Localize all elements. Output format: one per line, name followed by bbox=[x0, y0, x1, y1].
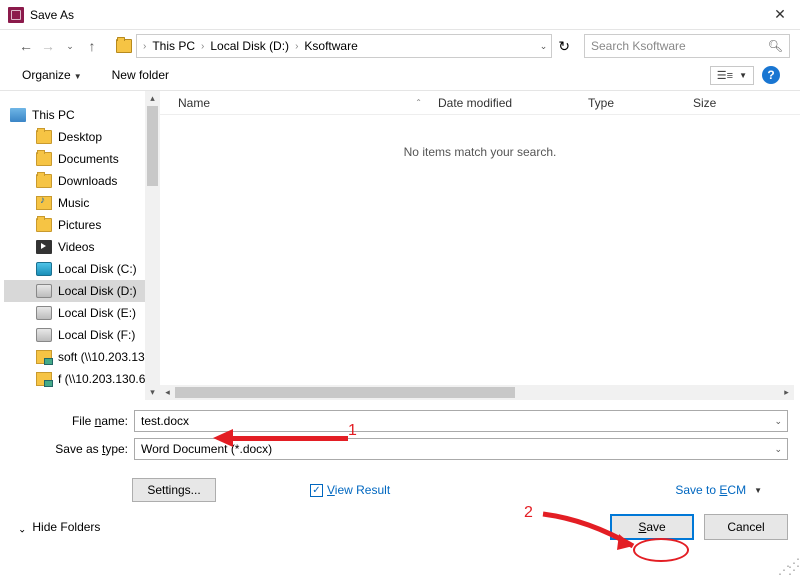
view-options-button[interactable]: ☰≡ ▼ bbox=[710, 66, 754, 85]
drv-icon bbox=[36, 284, 52, 298]
tree-item[interactable]: Local Disk (F:) bbox=[4, 324, 160, 346]
fld-icon bbox=[36, 130, 52, 144]
title-bar: Save As ✕ bbox=[0, 0, 800, 30]
tree-item[interactable]: Local Disk (C:) bbox=[4, 258, 160, 280]
view-result-checkbox[interactable]: ✓ View Result bbox=[310, 483, 390, 497]
chevron-down-icon: ▼ bbox=[74, 72, 82, 81]
tree-item[interactable]: f (\\10.203.130.6) bbox=[4, 368, 160, 390]
tree-item[interactable]: soft (\\10.203.130 bbox=[4, 346, 160, 368]
column-headers: Name⌃ Date modified Type Size bbox=[160, 91, 800, 115]
toolbar: Organize▼ New folder ☰≡ ▼ ? bbox=[0, 60, 800, 90]
net-icon bbox=[36, 372, 52, 386]
checkbox-icon: ✓ bbox=[310, 484, 323, 497]
tree-item[interactable]: Pictures bbox=[4, 214, 160, 236]
fld-icon bbox=[36, 218, 52, 232]
chevron-right-icon: › bbox=[293, 41, 300, 52]
breadcrumb[interactable]: Local Disk (D:) bbox=[206, 39, 293, 53]
organize-menu[interactable]: Organize▼ bbox=[20, 64, 84, 86]
vid-icon bbox=[36, 240, 52, 254]
fld-icon bbox=[36, 174, 52, 188]
col-size[interactable]: Size bbox=[685, 96, 745, 110]
filename-input[interactable]: test.docx⌄ bbox=[134, 410, 788, 432]
pc-icon bbox=[10, 108, 26, 122]
tree-item[interactable]: Downloads bbox=[4, 170, 160, 192]
chevron-right-icon: › bbox=[199, 41, 206, 52]
drv-icon bbox=[36, 328, 52, 342]
help-button[interactable]: ? bbox=[762, 66, 780, 84]
annotation-label-1: 1 bbox=[348, 422, 357, 440]
scroll-left-icon[interactable]: ◂ bbox=[160, 387, 175, 398]
chevron-down-icon: ▼ bbox=[754, 486, 762, 495]
settings-button[interactable]: Settings... bbox=[132, 478, 216, 502]
up-button[interactable]: ↑ bbox=[84, 38, 100, 54]
tree-item[interactable]: Videos bbox=[4, 236, 160, 258]
mus-icon bbox=[36, 196, 52, 210]
savetype-select[interactable]: Word Document (*.docx)⌄ bbox=[134, 438, 788, 460]
col-type[interactable]: Type bbox=[580, 96, 685, 110]
filename-label: File name: bbox=[12, 414, 134, 428]
scroll-down-icon[interactable]: ▾ bbox=[145, 385, 160, 400]
scroll-right-icon[interactable]: ▸ bbox=[779, 387, 794, 398]
net-icon bbox=[36, 350, 52, 364]
save-button[interactable]: Save bbox=[610, 514, 694, 540]
empty-message: No items match your search. bbox=[160, 115, 800, 385]
chevron-down-icon[interactable]: ⌄ bbox=[774, 444, 782, 455]
scroll-thumb[interactable] bbox=[147, 106, 158, 186]
horizontal-scrollbar[interactable]: ◂ ▸ bbox=[160, 385, 794, 400]
resize-grip-icon[interactable]: ⋰⋰⋰ bbox=[778, 560, 798, 574]
close-icon[interactable]: ✕ bbox=[768, 6, 792, 23]
new-folder-button[interactable]: New folder bbox=[112, 68, 169, 82]
chevron-down-icon[interactable]: ⌄ bbox=[774, 416, 782, 427]
back-button[interactable]: ← bbox=[18, 38, 34, 54]
tree-item[interactable]: Desktop bbox=[4, 126, 160, 148]
tree-item[interactable]: Local Disk (E:) bbox=[4, 302, 160, 324]
annotation-label-2: 2 bbox=[524, 504, 533, 522]
save-to-ecm-link[interactable]: Save to ECM ▼ bbox=[675, 483, 788, 497]
hide-folders-button[interactable]: ⌃ Hide Folders bbox=[18, 520, 100, 534]
tree-item[interactable]: Local Disk (D:) bbox=[4, 280, 160, 302]
search-placeholder: Search Ksoftware bbox=[591, 39, 686, 53]
refresh-button[interactable]: ↻ bbox=[558, 38, 570, 55]
save-form: File name: test.docx⌄ Save as type: Word… bbox=[0, 400, 800, 472]
forward-button[interactable]: → bbox=[40, 38, 56, 54]
search-input[interactable]: Search Ksoftware 🔍︎ bbox=[584, 34, 790, 58]
address-bar[interactable]: › This PC › Local Disk (D:) › Ksoftware … bbox=[136, 34, 552, 58]
scroll-up-icon[interactable]: ▴ bbox=[145, 91, 160, 106]
chevron-down-icon: ▼ bbox=[739, 71, 747, 80]
tree-this-pc[interactable]: This PC bbox=[4, 104, 160, 126]
sort-icon: ⌃ bbox=[415, 98, 422, 107]
fld-icon bbox=[36, 152, 52, 166]
drvC-icon bbox=[36, 262, 52, 276]
col-date[interactable]: Date modified bbox=[430, 96, 580, 110]
folder-tree[interactable]: This PC DesktopDocumentsDownloadsMusicPi… bbox=[0, 91, 160, 400]
file-list[interactable]: Name⌃ Date modified Type Size No items m… bbox=[160, 91, 800, 400]
search-icon: 🔍︎ bbox=[768, 39, 783, 53]
nav-bar: ← → ⌄ ↑ › This PC › Local Disk (D:) › Ks… bbox=[0, 30, 800, 60]
tree-scrollbar[interactable]: ▴ ▾ bbox=[145, 91, 160, 400]
col-name[interactable]: Name⌃ bbox=[170, 96, 430, 110]
savetype-label: Save as type: bbox=[12, 442, 134, 456]
tree-item[interactable]: Music bbox=[4, 192, 160, 214]
folder-icon bbox=[116, 39, 132, 53]
list-icon: ☰≡ bbox=[717, 69, 733, 82]
breadcrumb[interactable]: This PC bbox=[148, 39, 199, 53]
chevron-right-icon: › bbox=[141, 41, 148, 52]
recent-dropdown[interactable]: ⌄ bbox=[62, 41, 78, 52]
chevron-down-icon[interactable]: ⌄ bbox=[540, 41, 548, 52]
drv-icon bbox=[36, 306, 52, 320]
app-icon bbox=[8, 7, 24, 23]
scroll-thumb[interactable] bbox=[175, 387, 515, 398]
breadcrumb[interactable]: Ksoftware bbox=[300, 39, 361, 53]
window-title: Save As bbox=[30, 8, 74, 22]
chevron-up-icon: ⌃ bbox=[18, 522, 26, 533]
tree-item[interactable]: Documents bbox=[4, 148, 160, 170]
cancel-button[interactable]: Cancel bbox=[704, 514, 788, 540]
